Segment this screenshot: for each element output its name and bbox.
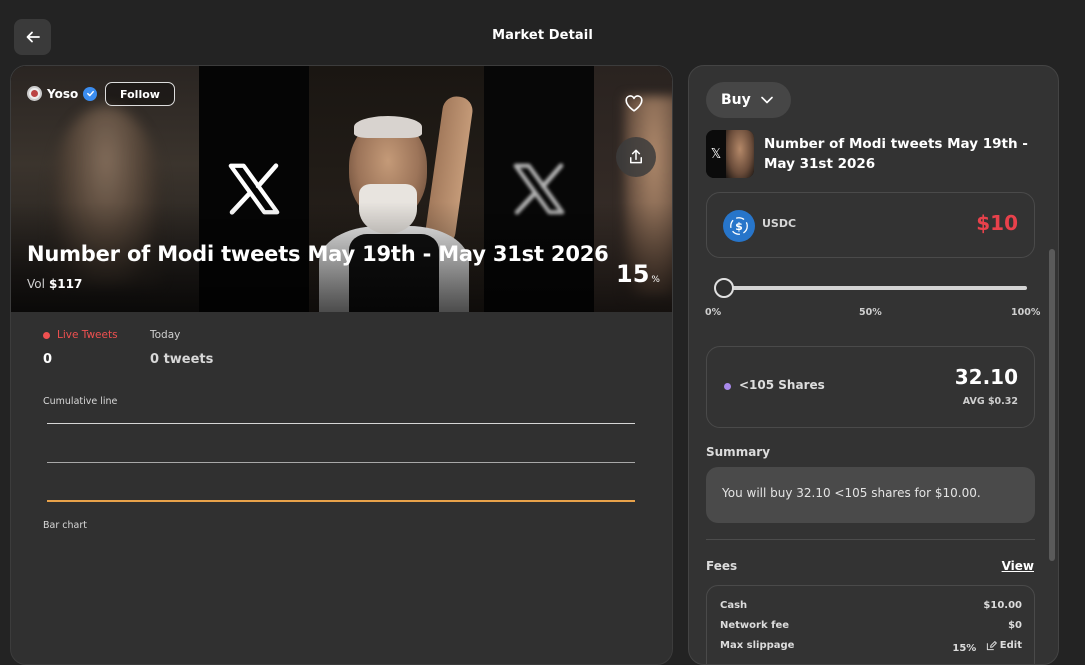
svg-text:$: $ <box>735 220 743 233</box>
page-title: Market Detail <box>492 28 593 43</box>
market-hero-image: Yoso Follow Number of Modi tweets May 19… <box>11 66 672 312</box>
trade-mode-dropdown[interactable]: Buy <box>706 82 791 118</box>
slider-tick-0: 0% <box>705 307 722 318</box>
creator-name: Yoso <box>47 86 79 101</box>
fees-view-link[interactable]: View <box>1002 559 1034 573</box>
live-tweets-count: 0 <box>43 352 53 367</box>
fees-box: Cash $10.00 Network fee $0 Max slippage … <box>706 585 1035 664</box>
fee-value: $0 <box>1008 620 1022 631</box>
usdc-icon: $ <box>723 210 755 242</box>
market-title: Number of Modi tweets May 19th - May 31s… <box>27 242 609 266</box>
shares-label: <105 Shares <box>739 378 825 392</box>
fee-label: Max slippage <box>720 640 795 651</box>
creator-info[interactable]: Yoso <box>27 86 98 101</box>
amount-input[interactable]: $ USDC $10 <box>706 192 1035 258</box>
summary-title: Summary <box>706 445 771 459</box>
volume-value: $117 <box>48 277 83 291</box>
slider-tick-50: 50% <box>859 307 882 318</box>
probability-value: 15 <box>616 260 650 288</box>
live-tweets-label: Live Tweets <box>43 329 118 341</box>
avatar <box>27 86 42 101</box>
summary-text: You will buy 32.10 <105 shares for $10.0… <box>722 486 981 500</box>
shares-output: <105 Shares 32.10 AVG $0.32 <box>706 346 1035 428</box>
heart-icon <box>625 95 643 112</box>
share-icon <box>630 149 642 164</box>
amount-value: $10 <box>976 211 1018 235</box>
trade-market-title: Number of Modi tweets May 19th - May 31s… <box>764 136 1028 172</box>
today-count: 0 tweets <box>150 352 214 367</box>
live-indicator-dot <box>43 331 50 339</box>
amount-slider[interactable] <box>714 277 1027 299</box>
chart-gridline <box>47 462 635 463</box>
chart-gridline <box>47 423 635 424</box>
edit-slippage-button[interactable]: Edit <box>986 640 1022 651</box>
fee-value: 15% <box>952 643 977 654</box>
fees-title: Fees <box>706 559 738 573</box>
market-card: Yoso Follow Number of Modi tweets May 19… <box>10 65 673 665</box>
fee-label: Network fee <box>720 620 790 631</box>
fee-value: $10.00 <box>983 600 1022 611</box>
today-label: Today <box>150 329 181 341</box>
share-button[interactable] <box>616 137 656 177</box>
favorite-button[interactable] <box>616 85 652 121</box>
chevron-down-icon <box>760 96 773 104</box>
market-probability: 15% <box>616 260 660 288</box>
probability-unit: % <box>651 275 660 285</box>
summary-box: You will buy 32.10 <105 shares for $10.0… <box>706 467 1035 523</box>
edit-label: Edit <box>999 640 1022 651</box>
shares-value: 32.10 <box>954 365 1018 389</box>
fee-row-slippage: Max slippage 15% Edit <box>720 640 1022 654</box>
slider-track <box>724 286 1027 290</box>
trade-panel: Buy 𝕏 Number of Modi tweets May 19th - M… <box>688 65 1059 665</box>
slider-tick-100: 100% <box>1011 307 1041 318</box>
currency-label: USDC <box>762 217 797 230</box>
fee-row-network: Network fee $0 <box>720 620 1022 631</box>
fee-label: Cash <box>720 600 748 611</box>
outcome-dot <box>724 383 731 390</box>
x-logo-icon: 𝕏 <box>706 130 726 178</box>
cumulative-line <box>47 500 635 502</box>
bar-chart-label: Bar chart <box>43 520 87 531</box>
edit-icon <box>986 641 997 651</box>
top-bar: Market Detail <box>0 0 1085 66</box>
cumulative-line-label: Cumulative line <box>43 396 118 407</box>
market-volume: Vol $117 <box>27 277 82 291</box>
fee-row-cash: Cash $10.00 <box>720 600 1022 611</box>
market-thumbnail: 𝕏 <box>706 130 754 178</box>
shares-average-price: AVG $0.32 <box>962 396 1018 407</box>
follow-button[interactable]: Follow <box>105 82 175 106</box>
volume-label: Vol <box>27 277 45 291</box>
divider <box>706 539 1035 540</box>
verified-icon <box>83 86 98 101</box>
scrollbar[interactable] <box>1049 249 1055 561</box>
trade-mode-label: Buy <box>721 92 751 108</box>
slider-handle[interactable] <box>714 278 734 298</box>
